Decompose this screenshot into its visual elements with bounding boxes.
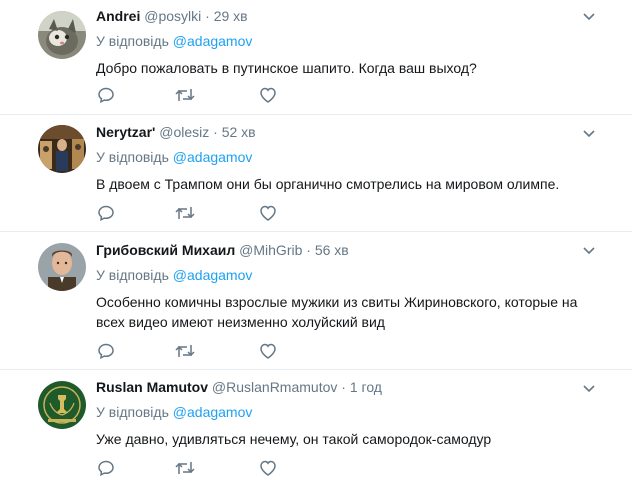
heart-icon (260, 460, 276, 476)
author-name[interactable]: Andrei (96, 8, 140, 24)
tweet-replies-feed: Andrei @posylki · 29 хв У відповідь @ada… (0, 0, 632, 487)
retweet-button[interactable] (175, 203, 195, 223)
retweet-icon (175, 207, 195, 219)
tweet-text: Уже давно, удивляться нечему, он такой с… (96, 431, 492, 447)
author-name[interactable]: Nerytzar' (96, 124, 155, 140)
tweet-header: Грибовский Михаил @MihGrib · 56 хв (96, 242, 612, 259)
tweet-menu-button[interactable] (582, 244, 596, 258)
reply-button[interactable] (96, 203, 116, 223)
reply-prefix: У відповідь (96, 267, 169, 283)
tweet-header: Andrei @posylki · 29 хв (96, 8, 612, 25)
reply-icon (98, 343, 114, 360)
retweet-icon (175, 462, 195, 474)
tweet[interactable]: Nerytzar' @olesiz · 52 хв У відповідь @a… (0, 115, 632, 232)
like-button[interactable] (258, 341, 278, 361)
tweet[interactable]: Грибовский Михаил @MihGrib · 56 хв У від… (0, 232, 632, 370)
reply-handle-link[interactable]: @adagamov (173, 149, 253, 165)
reply-context: У відповідь @adagamov (96, 149, 612, 166)
retweet-button[interactable] (175, 458, 195, 478)
heart-icon (260, 87, 276, 103)
tweet-content: Ruslan Mamutov @RuslanRmamutov · 1 год У… (96, 379, 612, 449)
reply-context: У відповідь @adagamov (96, 33, 612, 50)
heart-icon (260, 343, 276, 359)
reply-prefix: У відповідь (96, 149, 169, 165)
tweet-timestamp[interactable]: 56 хв (315, 242, 349, 258)
reply-icon (98, 205, 114, 222)
tweet[interactable]: Ruslan Mamutov @RuslanRmamutov · 1 год У… (0, 370, 632, 487)
tweet-content: Nerytzar' @olesiz · 52 хв У відповідь @a… (96, 124, 612, 194)
tweet-menu-button[interactable] (582, 382, 596, 396)
avatar[interactable] (38, 243, 86, 291)
tweet-content: Грибовский Михаил @MihGrib · 56 хв У від… (96, 242, 612, 332)
author-name[interactable]: Ruslan Mamutov (96, 379, 208, 395)
reply-icon (98, 460, 114, 477)
retweet-button[interactable] (175, 85, 195, 105)
chevron-down-icon (583, 130, 595, 138)
reply-button[interactable] (96, 341, 116, 361)
like-button[interactable] (258, 203, 278, 223)
separator-dot: · (341, 379, 346, 395)
chevron-down-icon (583, 13, 595, 21)
tweet-text: Особенно комичны взрослые мужики из свит… (96, 294, 578, 330)
author-username[interactable]: @RuslanRmamutov (212, 379, 337, 395)
tweet[interactable]: Andrei @posylki · 29 хв У відповідь @ada… (0, 0, 632, 115)
tweet-header: Ruslan Mamutov @RuslanRmamutov · 1 год (96, 379, 612, 396)
retweet-icon (175, 345, 195, 357)
separator-dot: · (306, 242, 311, 258)
avatar[interactable] (38, 11, 86, 59)
reply-prefix: У відповідь (96, 33, 169, 49)
tweet-menu-button[interactable] (582, 10, 596, 24)
retweet-button[interactable] (175, 341, 195, 361)
tweet-content: Andrei @posylki · 29 хв У відповідь @ada… (96, 8, 612, 78)
tweet-text: Добро пожаловать в путинское шапито. Ког… (96, 60, 477, 76)
author-name[interactable]: Грибовский Михаил (96, 242, 235, 258)
tweet-text: В двоем с Трампом они бы органично смотр… (96, 176, 560, 192)
reply-context: У відповідь @adagamov (96, 267, 612, 284)
author-username[interactable]: @olesiz (159, 124, 209, 140)
avatar[interactable] (38, 125, 86, 173)
tweet-timestamp[interactable]: 29 хв (214, 8, 248, 24)
heart-icon (260, 205, 276, 221)
reply-prefix: У відповідь (96, 404, 169, 420)
tweet-timestamp[interactable]: 52 хв (222, 124, 256, 140)
reply-handle-link[interactable]: @adagamov (173, 267, 253, 283)
retweet-icon (175, 89, 195, 101)
reply-button[interactable] (96, 458, 116, 478)
tweet-timestamp[interactable]: 1 год (350, 379, 382, 395)
tweet-menu-button[interactable] (582, 127, 596, 141)
reply-button[interactable] (96, 85, 116, 105)
separator-dot: · (213, 124, 218, 140)
like-button[interactable] (258, 458, 278, 478)
reply-handle-link[interactable]: @adagamov (173, 33, 253, 49)
reply-icon (98, 87, 114, 104)
separator-dot: · (205, 8, 210, 24)
like-button[interactable] (258, 85, 278, 105)
reply-context: У відповідь @adagamov (96, 404, 612, 421)
reply-handle-link[interactable]: @adagamov (173, 404, 253, 420)
chevron-down-icon (583, 385, 595, 393)
chevron-down-icon (583, 247, 595, 255)
tweet-header: Nerytzar' @olesiz · 52 хв (96, 124, 612, 141)
avatar[interactable] (38, 381, 86, 429)
author-username[interactable]: @MihGrib (239, 242, 302, 258)
author-username[interactable]: @posylki (144, 8, 201, 24)
